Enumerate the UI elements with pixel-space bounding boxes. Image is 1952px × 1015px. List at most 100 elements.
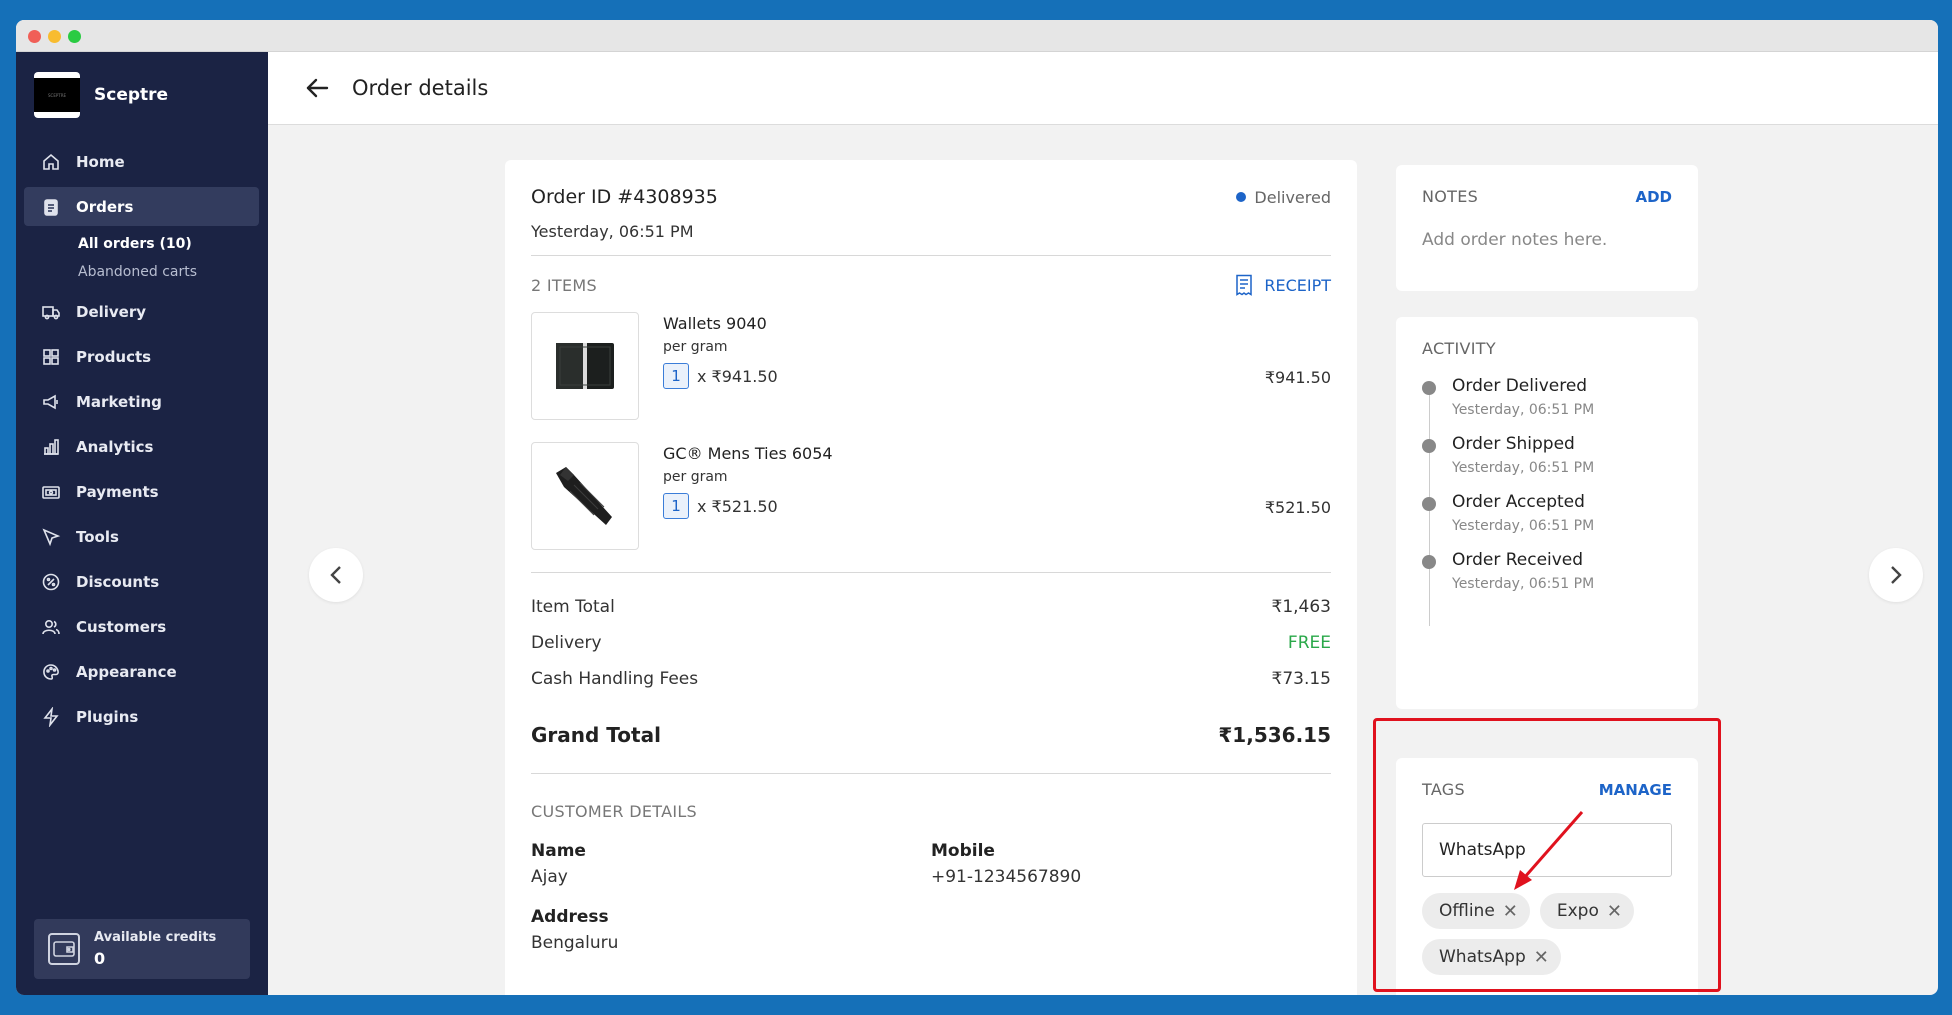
item-unit: per gram	[663, 339, 728, 355]
wallet-icon	[48, 933, 80, 965]
delivery-label: Delivery	[531, 633, 602, 653]
activity-timeline: Order Delivered Yesterday, 06:51 PM Orde…	[1422, 376, 1672, 626]
summary-item-total: Item Total ₹1,463	[531, 589, 1331, 625]
remove-tag-icon[interactable]: ✕	[1607, 901, 1622, 922]
customers-icon	[40, 616, 62, 638]
receipt-icon	[1236, 274, 1253, 296]
event-time: Yesterday, 06:51 PM	[1452, 460, 1595, 476]
sidebar-item-analytics[interactable]: Analytics	[24, 427, 259, 466]
sidebar-item-label: Appearance	[76, 662, 177, 681]
tag-chip-label: Expo	[1556, 901, 1599, 921]
remove-tag-icon[interactable]: ✕	[1503, 901, 1518, 922]
receipt-button[interactable]: RECEIPT	[1234, 274, 1331, 296]
sidebar-item-discounts[interactable]: Discounts	[24, 562, 259, 601]
item-total-value: ₹1,463	[1271, 597, 1331, 617]
customer-mobile: +91-1234567890	[931, 867, 1082, 887]
event-title: Order Accepted	[1452, 492, 1585, 512]
sidebar-nav: Home Orders All orders (10) Abandoned ca…	[24, 142, 259, 742]
activity-event: Order Accepted Yesterday, 06:51 PM	[1422, 492, 1672, 534]
receipt-label: RECEIPT	[1264, 275, 1331, 295]
tags-title: TAGS	[1422, 780, 1465, 799]
sidebar-item-appearance[interactable]: Appearance	[24, 652, 259, 691]
item-name: GC® Mens Ties 6054	[663, 444, 833, 463]
sidebar-item-tools[interactable]: Tools	[24, 517, 259, 556]
sidebar-item-plugins[interactable]: Plugins	[24, 697, 259, 736]
add-note-button[interactable]: ADD	[1635, 188, 1672, 206]
maximize-window-button[interactable]	[68, 30, 81, 43]
palette-icon	[40, 661, 62, 683]
notes-placeholder[interactable]: Add order notes here.	[1422, 230, 1672, 250]
sidebar-item-orders[interactable]: Orders	[24, 187, 259, 226]
order-card: Order ID #4308935 Delivered Yesterday, 0…	[505, 160, 1357, 995]
item-unit: per gram	[663, 469, 728, 485]
back-button[interactable]	[302, 73, 332, 103]
chevron-right-icon	[1891, 566, 1902, 584]
cursor-icon	[40, 526, 62, 548]
sidebar-item-label: Tools	[76, 527, 119, 546]
minimize-window-button[interactable]	[48, 30, 61, 43]
tag-input[interactable]	[1422, 823, 1672, 877]
order-item[interactable]: Wallets 9040 per gram 1 x ₹941.50 ₹941.5…	[531, 312, 1331, 420]
megaphone-icon	[40, 391, 62, 413]
status-dot-icon	[1236, 192, 1247, 202]
next-order-button[interactable]	[1869, 548, 1923, 602]
close-window-button[interactable]	[28, 30, 41, 43]
available-credits[interactable]: Available credits 0	[34, 919, 250, 979]
order-id: Order ID #4308935	[531, 186, 718, 208]
payments-icon	[40, 481, 62, 503]
activity-event: Order Delivered Yesterday, 06:51 PM	[1422, 376, 1672, 418]
tag-chip-offline: Offline ✕	[1422, 893, 1530, 929]
item-total-label: Item Total	[531, 597, 615, 617]
sidebar-item-label: Plugins	[76, 707, 139, 726]
timeline-dot-icon	[1422, 555, 1436, 569]
title-bar	[16, 20, 1938, 52]
item-price: ₹521.50	[1264, 498, 1331, 517]
sidebar: SCEPTRE Sceptre Home Orders All orders (…	[16, 52, 268, 995]
status-badge: Delivered	[1236, 188, 1331, 207]
bar-chart-icon	[40, 436, 62, 458]
activity-title: ACTIVITY	[1422, 339, 1496, 358]
sidebar-item-home[interactable]: Home	[24, 142, 259, 181]
subnav-all-orders[interactable]: All orders (10)	[24, 230, 259, 258]
customer-name: Ajay	[531, 867, 568, 887]
items-count: 2 ITEMS	[531, 275, 597, 295]
credits-value: 0	[94, 949, 106, 968]
credits-label: Available credits	[94, 930, 217, 945]
customer-mobile-label: Mobile	[931, 841, 995, 861]
subnav-abandoned-carts[interactable]: Abandoned carts	[24, 258, 259, 286]
sidebar-item-products[interactable]: Products	[24, 337, 259, 376]
manage-tags-button[interactable]: MANAGE	[1599, 781, 1672, 799]
quantity-badge: 1	[663, 363, 689, 389]
main-content: Order ID #4308935 Delivered Yesterday, 0…	[268, 125, 1938, 995]
sidebar-item-delivery[interactable]: Delivery	[24, 292, 259, 331]
home-icon	[40, 151, 62, 173]
sidebar-item-customers[interactable]: Customers	[24, 607, 259, 646]
grand-total-label: Grand Total	[531, 723, 661, 747]
event-title: Order Shipped	[1452, 434, 1575, 454]
item-price: ₹941.50	[1264, 368, 1331, 387]
item-unit-price: x ₹941.50	[697, 366, 778, 386]
remove-tag-icon[interactable]: ✕	[1534, 947, 1549, 968]
sidebar-item-label: Customers	[76, 617, 167, 636]
event-title: Order Received	[1452, 550, 1584, 570]
delivery-value: FREE	[1287, 633, 1331, 653]
customer-details: Name Ajay Mobile +91-1234567890 Address …	[531, 841, 1331, 953]
customer-address: Bengaluru	[531, 933, 619, 953]
sidebar-item-payments[interactable]: Payments	[24, 472, 259, 511]
previous-order-button[interactable]	[309, 548, 363, 602]
sidebar-item-marketing[interactable]: Marketing	[24, 382, 259, 421]
divider	[531, 773, 1331, 774]
products-grid-icon	[40, 346, 62, 368]
brand[interactable]: SCEPTRE Sceptre	[34, 72, 168, 118]
timeline-dot-icon	[1422, 497, 1436, 511]
notes-card: NOTES ADD Add order notes here.	[1396, 165, 1698, 291]
page-title: Order details	[352, 76, 489, 100]
order-item[interactable]: GC® Mens Ties 6054 per gram 1 x ₹521.50 …	[531, 442, 1331, 550]
brand-logo: SCEPTRE	[34, 72, 80, 118]
product-image-wallet	[531, 312, 639, 420]
tag-chip-expo: Expo ✕	[1539, 893, 1634, 929]
orders-subnav: All orders (10) Abandoned carts	[24, 230, 259, 286]
activity-event: Order Received Yesterday, 06:51 PM	[1422, 550, 1672, 592]
item-unit-price: x ₹521.50	[697, 496, 778, 516]
timeline-dot-icon	[1422, 381, 1436, 395]
